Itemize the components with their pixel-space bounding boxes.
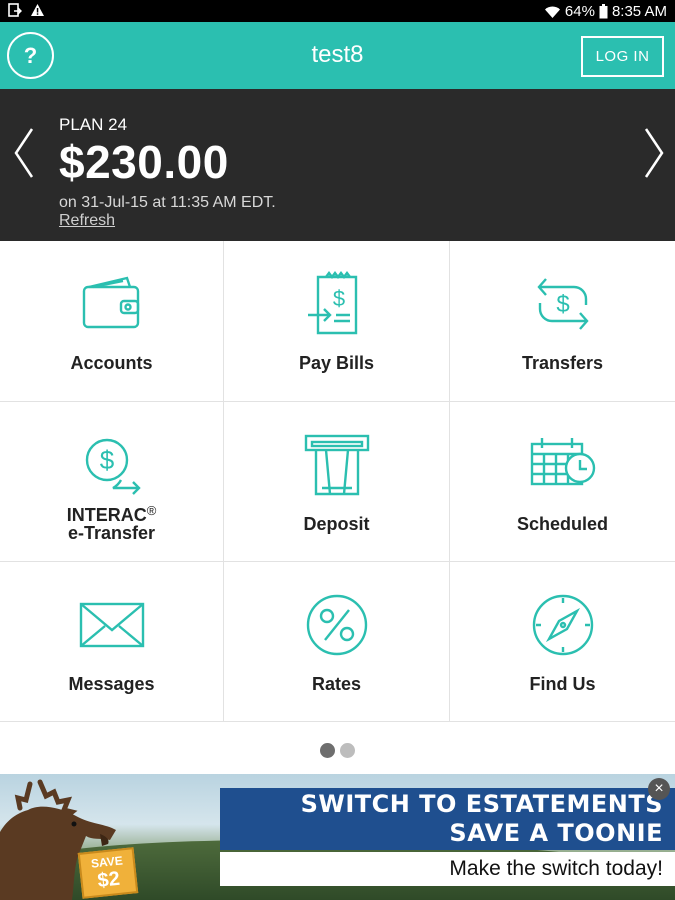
menu-label: Scheduled xyxy=(516,514,609,534)
calendar-clock-icon xyxy=(530,438,595,486)
etransfer-icon: $ xyxy=(85,438,141,495)
transfer-icon: $ xyxy=(536,278,589,330)
balance-panel: PLAN 24 $230.00 on 31-Jul-15 at 11:35 AM… xyxy=(0,89,675,241)
status-bar: 64% 8:35 AM xyxy=(0,0,675,22)
menu-tile-transfers[interactable]: $ Transfers xyxy=(450,241,675,402)
menu-tile-deposit[interactable]: Deposit xyxy=(224,402,450,562)
percent-icon xyxy=(306,594,367,656)
ad-banner[interactable]: SAVE $2 SWITCH TO ESTATEMENTS SAVE A TOO… xyxy=(0,774,675,900)
menu-tile-find-us[interactable]: Find Us xyxy=(450,562,675,722)
envelope-icon xyxy=(79,602,144,648)
menu-tile-rates[interactable]: Rates xyxy=(224,562,450,722)
ad-headline: SWITCH TO ESTATEMENTS SAVE A TOONIE xyxy=(220,788,675,850)
svg-text:$: $ xyxy=(99,445,114,475)
ad-headline-line1: SWITCH TO ESTATEMENTS xyxy=(300,790,663,818)
menu-tile-pay-bills[interactable]: $ Pay Bills xyxy=(224,241,450,402)
chevron-left-icon[interactable] xyxy=(10,123,38,183)
login-button[interactable]: LOG IN xyxy=(581,36,664,77)
page-dot[interactable] xyxy=(340,743,355,758)
svg-text:$: $ xyxy=(332,286,344,311)
badge-value: $2 xyxy=(96,867,121,893)
menu-label: Rates xyxy=(311,674,362,694)
menu-tile-messages[interactable]: Messages xyxy=(0,562,224,722)
menu-label: Transfers xyxy=(521,353,604,373)
battery-icon xyxy=(599,4,608,19)
wifi-icon xyxy=(544,5,561,19)
menu-grid: Accounts $ Pay Bills $ Transfers $ INTER… xyxy=(0,241,675,722)
page-indicator xyxy=(0,743,675,758)
ad-headline-line2: SAVE A TOONIE xyxy=(449,819,663,847)
ad-cta[interactable]: Make the switch today! xyxy=(220,852,675,886)
account-name: PLAN 24 xyxy=(59,115,128,134)
menu-tile-scheduled[interactable]: Scheduled xyxy=(450,402,675,562)
menu-tile-interac-etransfer[interactable]: $ INTERAC® e-Transfer xyxy=(0,402,224,562)
page-dot-active[interactable] xyxy=(320,743,335,758)
compass-icon xyxy=(532,594,593,656)
deposit-icon xyxy=(304,434,369,496)
bill-icon: $ xyxy=(307,271,357,335)
warning-icon xyxy=(30,3,45,17)
app-header: ? test8 LOG IN xyxy=(0,22,675,89)
menu-label-line2: e-Transfer xyxy=(67,523,156,543)
menu-tile-accounts[interactable]: Accounts xyxy=(0,241,224,402)
wallet-icon xyxy=(82,276,139,329)
screenshot-icon xyxy=(8,3,22,17)
menu-label: Messages xyxy=(68,674,155,694)
save-badge: SAVE $2 xyxy=(77,847,139,899)
registered-mark: ® xyxy=(146,503,157,518)
menu-label: INTERAC® e-Transfer xyxy=(0,502,223,542)
menu-label: Find Us xyxy=(529,674,596,694)
menu-label: Deposit xyxy=(303,514,370,534)
menu-label: Accounts xyxy=(70,353,153,373)
balance-timestamp: on 31-Jul-15 at 11:35 AM EDT. xyxy=(59,194,276,211)
clock: 8:35 AM xyxy=(611,3,667,20)
menu-label: Pay Bills xyxy=(298,353,375,373)
account-balance: $230.00 xyxy=(59,136,229,188)
svg-text:$: $ xyxy=(556,291,569,318)
close-icon[interactable]: × xyxy=(648,778,670,800)
refresh-link[interactable]: Refresh xyxy=(59,212,115,230)
battery-level: 64% xyxy=(564,3,595,20)
chevron-right-icon[interactable] xyxy=(640,123,668,183)
menu-label-line1: INTERAC xyxy=(66,505,147,525)
app-title: test8 xyxy=(311,41,364,68)
